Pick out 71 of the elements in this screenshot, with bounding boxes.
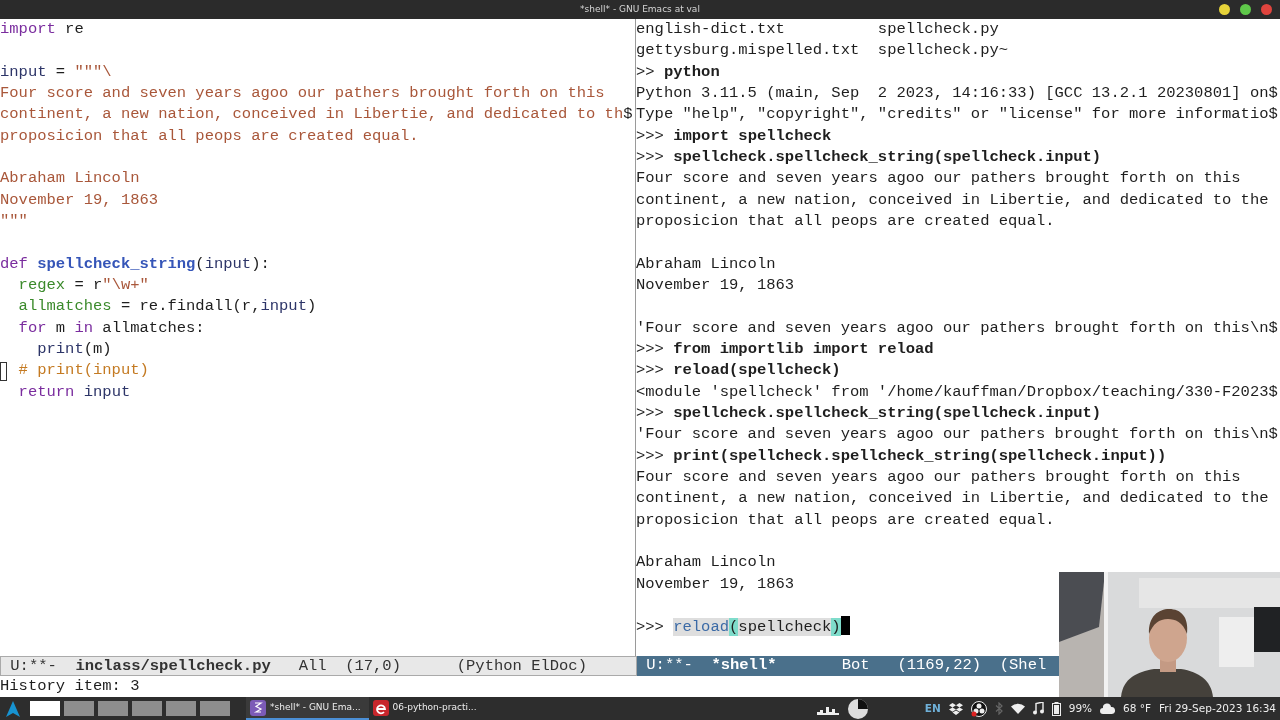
shell-line: proposicion that all peops are created equal. xyxy=(636,211,1055,230)
launcher-icon[interactable] xyxy=(4,699,22,718)
emacs-icon xyxy=(250,699,266,716)
shell-line: proposicion that all peops are created equal. xyxy=(636,510,1055,529)
code-line: regex = r"\w+" xyxy=(17,275,149,294)
shell-line: >>> import spellcheck xyxy=(636,126,832,145)
window-control-button[interactable] xyxy=(1240,4,1251,15)
shell-line: 'Four score and seven years agoo our pathers brought forth on this\n$ xyxy=(636,318,1278,337)
mode-line-position: Bot xyxy=(841,656,870,675)
recording-icon[interactable] xyxy=(970,700,987,717)
keyboard-layout[interactable]: EN xyxy=(924,700,941,717)
document-viewer-icon xyxy=(372,699,389,716)
shell-line: english-dict.txt spellcheck.py xyxy=(636,20,999,38)
mode-line-position: All xyxy=(298,657,327,675)
shell-line: >>> print(spellcheck.spellcheck_string(spellcheck.input)) xyxy=(636,446,1167,465)
shell-line: Python 3.11.5 (main, Sep 2 2023, 14:16:33) [GCC 13.2.1 20230801] on$ xyxy=(636,84,1278,102)
shell-line: >>> reload(spellcheck) xyxy=(636,361,841,380)
shell-line: >>> spellcheck.spellcheck_string(spellcheck.input) xyxy=(636,147,1102,166)
shell-line: <module 'spellcheck' from '/home/kauffman/Dropbox/teaching/330-F2023$ xyxy=(636,382,1278,401)
mode-line-cursor: (1169,22) xyxy=(897,656,982,675)
battery-icon[interactable] xyxy=(1051,701,1061,716)
music-note-icon[interactable] xyxy=(1032,702,1044,715)
code-line: # print(input) xyxy=(17,361,149,380)
code-line: continent, a new nation, conceived in Libertie, and dedicated to th$ xyxy=(0,105,633,124)
taskbar-button[interactable]: 06-python-practi... xyxy=(368,697,485,720)
mode-line-buffer: *shell* xyxy=(711,656,777,675)
clock[interactable]: Fri 29-Sep-2023 16:34 xyxy=(1159,700,1276,717)
window-control-button[interactable] xyxy=(1219,4,1230,15)
taskbar-button[interactable]: *shell* - GNU Ema... xyxy=(246,697,369,720)
shell-line: gettysburg.mispelled.txt spellcheck.py~ xyxy=(636,41,1009,60)
code-line: """ xyxy=(0,211,28,230)
shell-line: Abraham Lincoln xyxy=(636,254,776,273)
code-line: proposicion that all peops are created equal. xyxy=(0,126,419,145)
code-line: input = """\ xyxy=(0,62,112,81)
wifi-icon[interactable] xyxy=(1010,703,1025,714)
mode-line-cursor: (17,0) xyxy=(345,657,401,675)
code-line: Abraham Lincoln xyxy=(0,169,140,188)
shell-line: Abraham Lincoln xyxy=(636,553,776,572)
mode-line-status: U:**- xyxy=(10,657,57,675)
shell-line: Four score and seven years agoo our pathers brought forth on this xyxy=(636,169,1241,188)
shell-line: 'Four score and seven years agoo our pathers brought forth on this\n$ xyxy=(636,425,1278,444)
temperature: 68 °F xyxy=(1123,700,1152,716)
minibuffer-message: History item: 3 xyxy=(0,676,141,697)
dropbox-icon[interactable] xyxy=(948,702,963,715)
code-line: def spellcheck_string(input): xyxy=(0,254,270,273)
shell-line: >>> spellcheck.spellcheck_string(spellcheck.input) xyxy=(636,403,1102,422)
bluetooth-icon[interactable] xyxy=(994,702,1003,715)
shell-line: continent, a new nation, conceived in Libertie, and dedicated to the xyxy=(636,190,1269,209)
code-line: allmatches = re.findall(r,input) xyxy=(17,297,317,316)
code-line: Four score and seven years agoo our pathers brought forth on this xyxy=(0,84,605,102)
battery-percentage: 99% xyxy=(1068,700,1093,716)
mode-line-modes: (Shel xyxy=(999,656,1047,675)
mode-line-buffer: inclass/spellcheck.py xyxy=(75,657,271,675)
code-line: print(m) xyxy=(36,339,112,358)
shell-line: >>> from importlib import reload xyxy=(636,339,934,358)
code-line: November 19, 1863 xyxy=(0,190,159,209)
shell-line: Type "help", "copyright", "credits" or "license" for more informatio$ xyxy=(636,105,1278,124)
code-line: for m in allmatches: xyxy=(17,318,205,337)
shell-line: >>> reload(spellcheck) xyxy=(636,618,841,637)
shell-line: Four score and seven years agoo our pathers brought forth on this xyxy=(636,467,1241,486)
shell-line: continent, a new nation, conceived in Libertie, and dedicated to the xyxy=(636,489,1269,508)
shell-line: November 19, 1863 xyxy=(636,275,795,294)
shell-line: November 19, 1863 xyxy=(636,574,795,593)
mode-line-modes: (Python ElDoc) xyxy=(456,657,587,675)
window-title: *shell* - GNU Emacs at val xyxy=(580,3,700,16)
shell-line: >> python xyxy=(636,62,720,81)
code-line: return input xyxy=(17,382,131,401)
mode-line-status: U:**- xyxy=(646,656,693,675)
code-line: import re xyxy=(0,20,84,38)
pie-chart-icon xyxy=(846,697,869,720)
weather-cloud-icon[interactable] xyxy=(1100,703,1116,714)
